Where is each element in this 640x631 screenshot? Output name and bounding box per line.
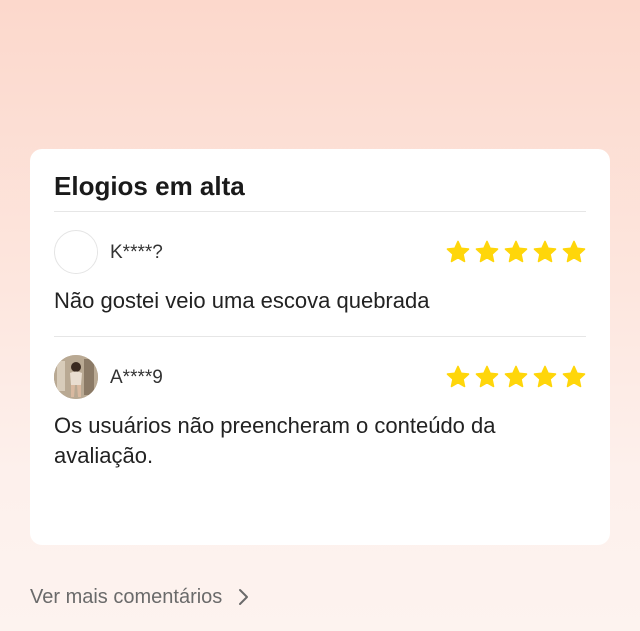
review-item: K****? Não gostei veio uma escova quebra…: [54, 212, 586, 336]
section-title: Elogios em alta: [54, 171, 245, 201]
star-icon: [562, 365, 586, 388]
star-icon: [533, 240, 557, 263]
reviews-card: Elogios em alta K****? Não gostei veio u…: [30, 149, 610, 545]
review-header: A****9: [54, 355, 586, 399]
avatar: [54, 230, 98, 274]
star-rating: [446, 240, 586, 264]
star-icon: [504, 240, 528, 263]
star-rating: [446, 365, 586, 389]
review-item: A****9 Os usuários não preencheram o con…: [54, 337, 586, 497]
review-text: Não gostei veio uma escova quebrada: [54, 288, 430, 313]
avatar: [54, 355, 98, 399]
star-icon: [562, 240, 586, 263]
star-icon: [446, 365, 470, 388]
see-more-label: Ver mais comentários: [30, 585, 223, 608]
reviewer-name: A****9: [110, 367, 163, 388]
user-photo-icon: [54, 355, 98, 399]
reviewer-name: K****?: [110, 242, 163, 263]
star-icon: [475, 365, 499, 388]
star-icon: [504, 365, 528, 388]
review-text: Os usuários não preencheram o conteúdo d…: [54, 413, 496, 468]
see-more-reviews-link[interactable]: Ver mais comentários: [30, 583, 250, 611]
star-icon: [446, 240, 470, 263]
review-header: K****?: [54, 230, 586, 274]
star-icon: [533, 365, 557, 388]
star-icon: [475, 240, 499, 263]
chevron-right-icon: [239, 589, 249, 605]
default-avatar-icon: [56, 232, 97, 273]
